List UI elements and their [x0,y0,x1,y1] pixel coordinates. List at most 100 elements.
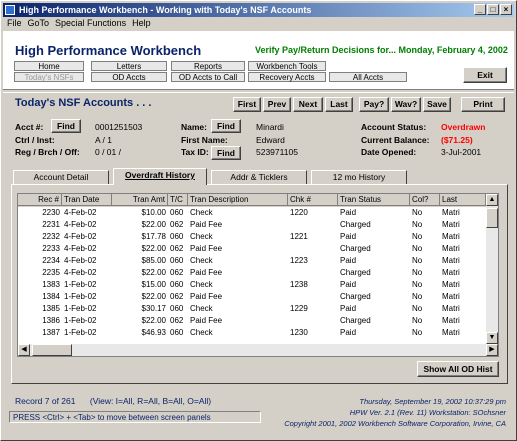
tab-12mo-history[interactable]: 12 mo History [311,170,407,184]
cell-col: No [412,208,423,217]
cell-tran-amt: $10.00 [141,208,166,217]
footer-version: HPW Ver. 2.1 (Rev. 11) Workstation: SOch… [349,408,506,417]
nav-all-accts[interactable]: All Accts [329,72,407,82]
nav-todays-nsfs[interactable]: Today's NSFs [14,72,84,82]
cell-chk: 1230 [290,328,308,337]
find-name-button[interactable]: Find [211,119,241,133]
find-tax-button[interactable]: Find [211,146,241,160]
table-row[interactable]: 2232 4-Feb-02 $17.78 060 Check 1221 Paid No Matr… [18,231,486,242]
title-bar[interactable]: High Performance Workbench - Working wit… [3,3,514,17]
tab-addr-ticklers[interactable]: Addr & Ticklers [211,170,307,184]
reg-label: Reg / Brch / Off: [15,147,80,157]
cell-chk [288,267,338,278]
footer-datetime: Thursday, September 19, 2002 10:37:29 pm [359,397,506,406]
cell-tran-date: 4-Feb-02 [64,208,97,217]
cell-tran-date: 1-Feb-02 [64,280,97,289]
cell-col: No [412,256,423,265]
table-row[interactable]: 1387 1-Feb-02 $46.93 060 Check 1230 Paid No Matr… [18,327,486,338]
menu-goto[interactable]: GoTo [28,17,50,30]
menu-special-functions[interactable]: Special Functions [55,17,126,30]
col-last[interactable]: Last [440,194,486,206]
scroll-right-icon[interactable]: ▶ [486,344,498,356]
table-row[interactable]: 2233 4-Feb-02 $22.00 062 Paid Fee Charged No Ma… [18,243,486,254]
cell-tran-status: Paid [340,256,357,265]
cell-tran-desc: Paid Fee [190,292,223,301]
table-row[interactable]: 1386 1-Feb-02 $22.00 062 Paid Fee Charged No Ma… [18,315,486,326]
cell-chk: 1221 [290,232,308,241]
cell-tran-desc: Paid Fee [190,220,223,229]
col-rec[interactable]: Rec # [18,194,62,206]
nav-workbench-tools[interactable]: Workbench Tools [248,61,326,71]
table-row[interactable]: 2235 4-Feb-02 $22.00 062 Paid Fee Charged No Ma… [18,267,486,278]
col-tran-date[interactable]: Tran Date [62,194,112,206]
first-button[interactable]: First [233,97,261,112]
show-all-od-hist-button[interactable]: Show All OD Hist [417,361,499,377]
waive-button[interactable]: Wav? [391,97,421,112]
table-row[interactable]: 2230 4-Feb-02 $10.00 060 Check 1220 Paid No Matr… [18,207,486,218]
hscroll-thumb[interactable] [32,344,72,356]
close-icon[interactable]: × [500,4,512,15]
cell-last: Matri [442,208,460,217]
find-acct-button[interactable]: Find [51,119,81,133]
scroll-left-icon[interactable]: ◀ [18,344,30,356]
scroll-up-icon[interactable]: ▲ [486,194,498,206]
tab-overdraft-history[interactable]: Overdraft History [113,168,207,185]
maximize-icon[interactable]: □ [487,4,499,15]
menu-help[interactable]: Help [132,17,151,30]
nav-letters[interactable]: Letters [91,61,167,71]
minimize-icon[interactable]: _ [474,4,486,15]
cell-tran-desc: Check [190,256,213,265]
cell-tran-date: 1-Feb-02 [64,316,97,325]
nav-reports[interactable]: Reports [171,61,245,71]
menu-file[interactable]: File [7,17,22,30]
cell-chk [288,219,338,230]
cell-chk [288,315,338,326]
nav-od-accts-to-call[interactable]: OD Accts to Call [171,72,245,82]
cell-rec: 2230 [42,208,60,217]
cell-tc: 062 [170,268,184,277]
nav-recovery-accts[interactable]: Recovery Accts [248,72,326,82]
tax-id-value: 523971105 [256,147,298,157]
tab-account-detail[interactable]: Account Detail [13,170,109,184]
exit-button[interactable]: Exit [463,67,507,83]
last-button[interactable]: Last [325,97,353,112]
print-button[interactable]: Print [461,97,505,112]
col-chk[interactable]: Chk # [288,194,338,206]
table-row[interactable]: 2231 4-Feb-02 $22.00 062 Paid Fee Charged No Ma… [18,219,486,230]
nav-od-accts[interactable]: OD Accts [91,72,167,82]
col-tc[interactable]: T/C [168,194,188,206]
table-row[interactable]: 1385 1-Feb-02 $30.17 060 Check 1229 Paid No Matr… [18,303,486,314]
cell-tran-status: Paid [340,328,357,337]
vertical-scrollbar[interactable]: ▲ ▼ [486,194,498,344]
cell-col: No [412,220,423,229]
cell-tran-date: 1-Feb-02 [64,292,97,301]
col-tran-desc[interactable]: Tran Description [188,194,288,206]
cell-tran-date: 1-Feb-02 [64,328,97,337]
pay-button[interactable]: Pay? [359,97,389,112]
scroll-down-icon[interactable]: ▼ [486,332,498,344]
cell-rec: 1384 [42,292,60,301]
cell-tran-amt: $22.00 [141,316,166,325]
col-col[interactable]: Col? [410,194,440,206]
acct-label: Acct #: [15,122,44,132]
cell-tran-desc: Check [190,304,213,313]
table-row[interactable]: 2234 4-Feb-02 $85.00 060 Check 1223 Paid No Matr… [18,255,486,266]
cell-tran-desc: Paid Fee [190,316,223,325]
scroll-thumb[interactable] [486,208,498,228]
save-button[interactable]: Save [423,97,451,112]
cell-tran-desc: Paid Fee [190,268,223,277]
horizontal-scrollbar[interactable]: ◀ ▶ [18,344,498,356]
cell-tran-status: Charged [340,292,371,301]
table-row[interactable]: 1383 1-Feb-02 $15.00 060 Check 1238 Paid No Matr… [18,279,486,290]
col-tran-status[interactable]: Tran Status [338,194,410,206]
prev-button[interactable]: Prev [263,97,291,112]
table-row[interactable]: 1384 1-Feb-02 $22.00 062 Paid Fee Charged No Ma… [18,291,486,302]
overdraft-grid[interactable]: Rec # Tran Date Tran Amt T/C Tran Descri… [17,193,499,357]
cell-tran-status: Charged [340,244,371,253]
cell-rec: 2235 [42,268,60,277]
cell-rec: 2234 [42,256,60,265]
col-tran-amt[interactable]: Tran Amt [112,194,168,206]
nav-home[interactable]: Home [14,61,84,71]
next-button[interactable]: Next [293,97,323,112]
cell-tc: 060 [170,208,184,217]
